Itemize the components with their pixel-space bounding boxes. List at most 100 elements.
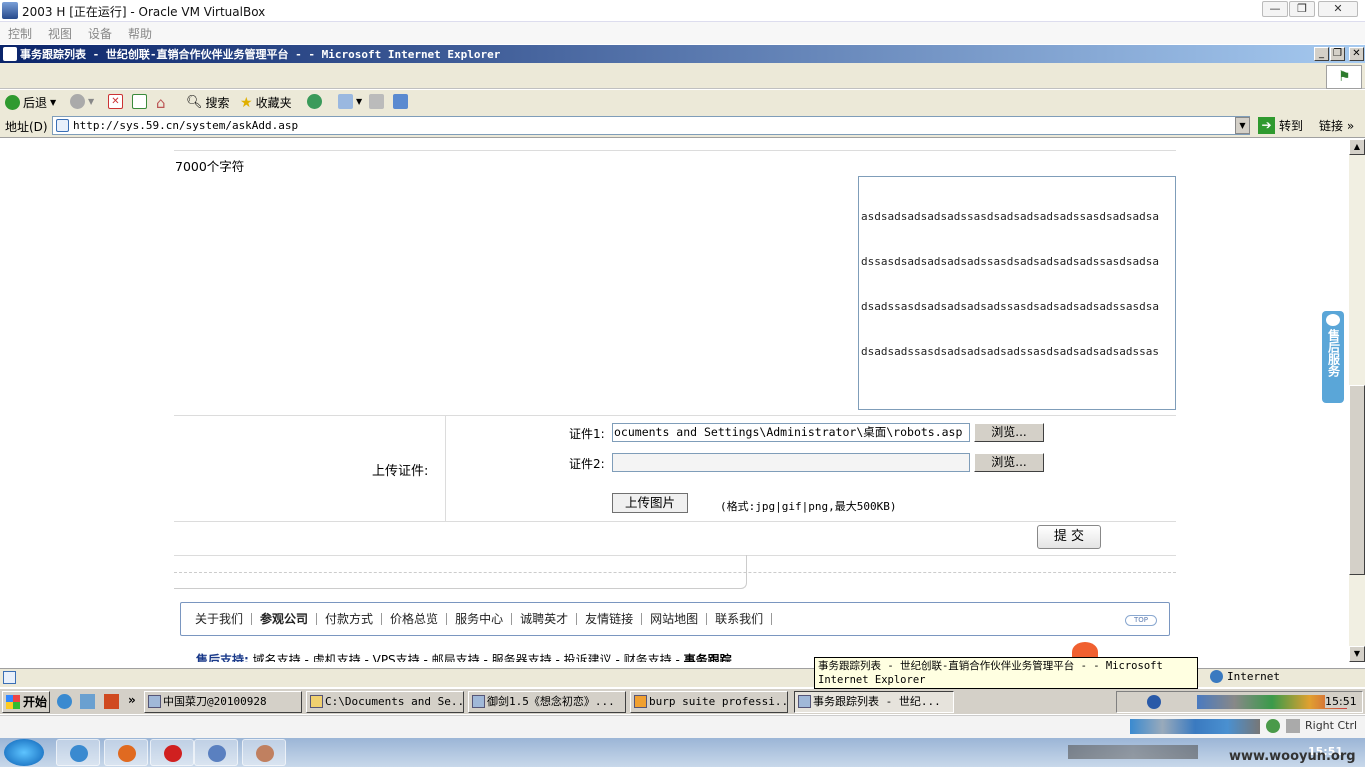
links-button[interactable]: 链接 » — [1319, 117, 1354, 134]
folder-icon — [310, 695, 323, 708]
history-button[interactable] — [307, 94, 322, 109]
cert2-file-input[interactable] — [612, 453, 970, 472]
minimize-button[interactable]: — — [1262, 1, 1288, 17]
footer-link-service[interactable]: 服务中心 — [447, 613, 513, 625]
chevron-right-icon[interactable]: » — [128, 693, 136, 707]
task-button[interactable]: 御剑1.5《想念初恋》... — [468, 691, 626, 713]
cert1-browse-button[interactable]: 浏览... — [974, 423, 1044, 442]
tooltip: 事务跟踪列表 - 世纪创联-直销合作伙伴业务管理平台 - - Microsoft… — [814, 657, 1198, 689]
zone-indicator: Internet — [1210, 670, 1280, 683]
footer-link-prices[interactable]: 价格总览 — [382, 613, 448, 625]
search-button[interactable]: 🔍︎ 搜索 — [186, 94, 230, 111]
support-link[interactable]: 事务跟踪 — [684, 653, 732, 662]
footer-link-visit[interactable]: 参观公司 — [252, 613, 318, 625]
cert2-label: 证件2: — [569, 457, 605, 471]
host-key-label: Right Ctrl — [1305, 719, 1358, 732]
network-icon — [1266, 719, 1280, 733]
help-icon[interactable] — [1147, 695, 1161, 709]
support-link[interactable]: VPS支持 — [373, 653, 420, 662]
go-button[interactable]: ➔ 转到 — [1258, 117, 1303, 134]
links-label: 链接 — [1319, 119, 1344, 133]
virtualbox-icon — [2, 2, 18, 19]
ie-minimize-button[interactable]: _ — [1314, 47, 1329, 61]
upload-label: 上传证件: — [372, 464, 429, 479]
printer-icon — [369, 94, 384, 109]
host-virtualbox-button[interactable] — [194, 739, 238, 766]
vbox-titlebar: 2003 H [正在运行] - Oracle VM VirtualBox — ❐… — [0, 0, 1365, 22]
favorites-button[interactable]: ★ 收藏夹 — [240, 94, 292, 111]
task-button[interactable]: C:\Documents and Se... — [306, 691, 464, 713]
task-button-active[interactable]: 事务跟踪列表 - 世纪... — [794, 691, 954, 713]
vertical-scrollbar[interactable]: ▲ ▼ — [1349, 139, 1365, 662]
ie-close-button[interactable]: ✕ — [1349, 47, 1364, 61]
support-label: 售后支持: — [196, 653, 249, 662]
footer-link-sitemap[interactable]: 网站地图 — [642, 613, 708, 625]
back-to-top-button[interactable]: TOP — [1125, 615, 1157, 626]
support-links: 售后支持: 域名支持 - 虚机支持 - VPS支持 - 邮局支持 - 服务器支持… — [196, 651, 732, 662]
menu-devices[interactable]: 设备 — [88, 25, 112, 42]
host-app-button[interactable] — [242, 739, 286, 766]
task-label: 御剑1.5《想念初恋》... — [487, 695, 615, 708]
history-icon — [307, 94, 322, 109]
ie-menubar — [0, 63, 1365, 89]
back-button[interactable]: 后退 ▼ — [5, 94, 56, 111]
address-label: 地址(D) — [5, 120, 48, 134]
print-button[interactable] — [369, 94, 384, 109]
address-input[interactable]: http://sys.59.cn/system/askAdd.asp — [52, 116, 1250, 135]
ie-page-icon — [3, 47, 17, 61]
after-sales-label: 售后服务 — [1326, 329, 1341, 377]
start-button[interactable]: 开始 — [2, 691, 50, 713]
cert1-file-input[interactable]: ocuments and Settings\Administrator\桌面\r… — [612, 423, 970, 442]
task-button[interactable]: 中国菜刀@20100928 — [144, 691, 302, 713]
edit-button[interactable] — [393, 94, 408, 109]
footer-link-payment[interactable]: 付款方式 — [317, 613, 383, 625]
footer-link-about[interactable]: 关于我们 — [195, 613, 253, 625]
task-label: burp suite professi... — [649, 695, 788, 708]
ie-quicklaunch-icon[interactable] — [57, 694, 72, 709]
task-button[interactable]: burp suite professi... — [630, 691, 788, 713]
cert2-browse-button[interactable]: 浏览... — [974, 453, 1044, 472]
support-link[interactable]: 财务支持 — [624, 653, 672, 662]
search-label: 搜索 — [205, 96, 230, 110]
support-link[interactable]: 邮局支持 — [432, 653, 480, 662]
stop-button[interactable]: ✕ — [108, 94, 123, 109]
support-link[interactable]: 投诉建议 — [564, 653, 612, 662]
app-icon — [164, 745, 182, 762]
menu-help[interactable]: 帮助 — [128, 25, 152, 42]
scroll-up-button[interactable]: ▲ — [1349, 139, 1365, 155]
menu-control[interactable]: 控制 — [8, 25, 32, 42]
footer-link-friends[interactable]: 友情链接 — [577, 613, 643, 625]
menu-view[interactable]: 视图 — [48, 25, 72, 42]
close-button[interactable]: ✕ — [1318, 1, 1358, 17]
address-dropdown-button[interactable]: ▼ — [1235, 117, 1250, 134]
forward-button[interactable]: ▼ — [70, 94, 94, 109]
ie-restore-button[interactable]: ❐ — [1330, 47, 1345, 61]
quicklaunch-icon[interactable] — [104, 694, 119, 709]
host-app-button[interactable] — [150, 739, 194, 766]
scroll-thumb[interactable] — [1349, 385, 1365, 575]
mail-icon — [338, 94, 353, 109]
refresh-button[interactable] — [132, 94, 147, 109]
refresh-icon — [132, 94, 147, 109]
footer-link-jobs[interactable]: 诚聘英才 — [512, 613, 578, 625]
host-ie-button[interactable] — [56, 739, 100, 766]
home-button[interactable]: ⌂ — [156, 94, 166, 112]
upload-image-button[interactable]: 上传图片 — [612, 493, 688, 513]
mail-button[interactable]: ▼ — [338, 94, 362, 109]
host-firefox-button[interactable] — [104, 739, 148, 766]
restore-button[interactable]: ❐ — [1289, 1, 1315, 17]
scroll-down-button[interactable]: ▼ — [1349, 646, 1365, 662]
description-textarea[interactable]: asdsadsadsadsadssasdsadsadsadsadssasdsad… — [858, 176, 1176, 410]
windows-flag-icon: ⚑ — [1338, 69, 1351, 85]
support-link[interactable]: 服务器支持 — [492, 653, 552, 662]
support-link[interactable]: 域名支持 — [253, 653, 301, 662]
footer-link-contact[interactable]: 联系我们 — [707, 613, 773, 625]
host-start-button[interactable] — [4, 739, 44, 766]
vbox-device-icons[interactable] — [1130, 719, 1260, 734]
char-limit-text: 7000个字符 — [175, 159, 245, 174]
support-link[interactable]: 虚机支持 — [313, 653, 361, 662]
after-sales-tab[interactable]: 售后服务 — [1322, 311, 1344, 403]
submit-button[interactable]: 提 交 — [1037, 525, 1101, 549]
host-tray-icons[interactable] — [1068, 745, 1198, 759]
quicklaunch-icon[interactable] — [80, 694, 95, 709]
